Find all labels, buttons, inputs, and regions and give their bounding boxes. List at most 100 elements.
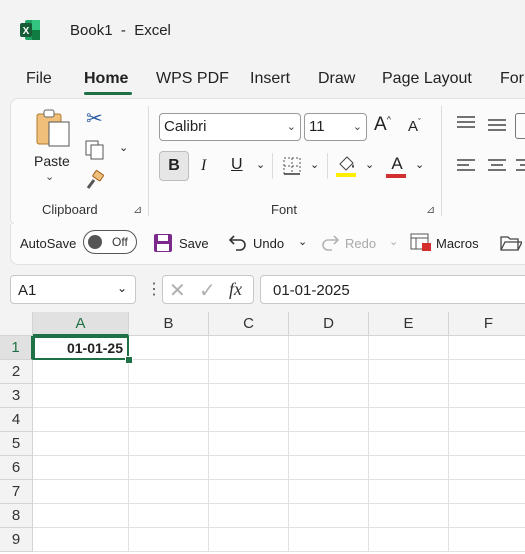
autosave-toggle[interactable]: Off bbox=[83, 230, 137, 254]
cell-f3[interactable] bbox=[449, 384, 525, 408]
column-header-f[interactable]: F bbox=[449, 312, 525, 336]
cell-c9[interactable] bbox=[209, 528, 289, 552]
macros-icon[interactable] bbox=[410, 232, 432, 257]
cell-d6[interactable] bbox=[289, 456, 369, 480]
cell-e1[interactable] bbox=[369, 336, 449, 360]
align-bottom-icon[interactable] bbox=[515, 113, 525, 139]
cell-a7[interactable] bbox=[33, 480, 129, 504]
cell-d9[interactable] bbox=[289, 528, 369, 552]
cell-c8[interactable] bbox=[209, 504, 289, 528]
align-left-icon[interactable] bbox=[456, 158, 476, 179]
cell-a4[interactable] bbox=[33, 408, 129, 432]
formula-input[interactable]: 01-01-2025 bbox=[260, 275, 525, 304]
tab-insert[interactable]: Insert bbox=[250, 70, 290, 88]
cell-f6[interactable] bbox=[449, 456, 525, 480]
cell-a1[interactable]: 01-01-25 bbox=[33, 336, 129, 360]
cell-e5[interactable] bbox=[369, 432, 449, 456]
cell-f5[interactable] bbox=[449, 432, 525, 456]
tab-page-layout[interactable]: Page Layout bbox=[382, 70, 472, 88]
cell-f8[interactable] bbox=[449, 504, 525, 528]
macros-button[interactable]: Macros bbox=[436, 236, 479, 251]
save-icon[interactable] bbox=[153, 233, 173, 258]
cell-e2[interactable] bbox=[369, 360, 449, 384]
row-header-4[interactable]: 4 bbox=[0, 408, 33, 432]
italic-button[interactable]: I bbox=[201, 157, 206, 175]
insert-function-icon[interactable]: fx bbox=[229, 279, 242, 300]
cell-b3[interactable] bbox=[129, 384, 209, 408]
tab-home[interactable]: Home bbox=[84, 70, 128, 88]
redo-button[interactable]: Redo bbox=[345, 236, 376, 251]
font-name-dropdown[interactable]: Calibri ⌄ bbox=[159, 113, 301, 141]
row-header-7[interactable]: 7 bbox=[0, 480, 33, 504]
redo-icon[interactable] bbox=[320, 232, 340, 257]
cell-e7[interactable] bbox=[369, 480, 449, 504]
cell-e6[interactable] bbox=[369, 456, 449, 480]
cell-a3[interactable] bbox=[33, 384, 129, 408]
redo-chevron-down-icon[interactable]: ⌄ bbox=[389, 235, 398, 248]
font-color-chevron-down-icon[interactable]: ⌄ bbox=[415, 158, 424, 171]
column-header-b[interactable]: B bbox=[129, 312, 209, 336]
cell-b6[interactable] bbox=[129, 456, 209, 480]
fill-color-chevron-down-icon[interactable]: ⌄ bbox=[365, 158, 374, 171]
cell-f9[interactable] bbox=[449, 528, 525, 552]
select-all-corner[interactable] bbox=[0, 312, 33, 336]
cell-f4[interactable] bbox=[449, 408, 525, 432]
cell-b5[interactable] bbox=[129, 432, 209, 456]
undo-button[interactable]: Undo bbox=[253, 236, 284, 251]
cell-a8[interactable] bbox=[33, 504, 129, 528]
cell-a6[interactable] bbox=[33, 456, 129, 480]
tab-wps-pdf[interactable]: WPS PDF bbox=[156, 70, 229, 88]
underline-button[interactable]: U bbox=[231, 156, 243, 174]
cell-e3[interactable] bbox=[369, 384, 449, 408]
increase-font-size-button[interactable]: A^ bbox=[374, 114, 391, 136]
cut-scissors-icon[interactable]: ✂ bbox=[86, 106, 103, 131]
cell-e9[interactable] bbox=[369, 528, 449, 552]
cell-b4[interactable] bbox=[129, 408, 209, 432]
tab-draw[interactable]: Draw bbox=[318, 70, 355, 88]
row-header-9[interactable]: 9 bbox=[0, 528, 33, 552]
format-painter-icon[interactable] bbox=[85, 170, 105, 195]
cell-d7[interactable] bbox=[289, 480, 369, 504]
cell-c2[interactable] bbox=[209, 360, 289, 384]
font-dialog-launcher-icon[interactable]: ⊿ bbox=[426, 203, 435, 216]
decrease-font-size-button[interactable]: Aˇ bbox=[408, 117, 421, 135]
paste-chevron-down-icon[interactable]: ⌄ bbox=[45, 170, 54, 183]
copy-chevron-down-icon[interactable]: ⌄ bbox=[119, 141, 128, 154]
cell-d1[interactable] bbox=[289, 336, 369, 360]
row-header-2[interactable]: 2 bbox=[0, 360, 33, 384]
cell-b1[interactable] bbox=[129, 336, 209, 360]
cell-f7[interactable] bbox=[449, 480, 525, 504]
cell-c7[interactable] bbox=[209, 480, 289, 504]
font-size-dropdown[interactable]: 11 ⌄ bbox=[304, 113, 367, 141]
cell-c6[interactable] bbox=[209, 456, 289, 480]
cell-d4[interactable] bbox=[289, 408, 369, 432]
cell-d3[interactable] bbox=[289, 384, 369, 408]
column-header-e[interactable]: E bbox=[369, 312, 449, 336]
cell-b7[interactable] bbox=[129, 480, 209, 504]
open-folder-icon[interactable] bbox=[500, 234, 524, 257]
align-top-icon[interactable] bbox=[456, 116, 476, 135]
cell-d5[interactable] bbox=[289, 432, 369, 456]
paste-label[interactable]: Paste bbox=[34, 153, 70, 169]
clipboard-dialog-launcher-icon[interactable]: ⊿ bbox=[133, 203, 142, 216]
cell-e4[interactable] bbox=[369, 408, 449, 432]
align-right-icon[interactable] bbox=[516, 158, 525, 179]
cell-b9[interactable] bbox=[129, 528, 209, 552]
cell-a5[interactable] bbox=[33, 432, 129, 456]
undo-chevron-down-icon[interactable]: ⌄ bbox=[298, 235, 307, 248]
underline-chevron-down-icon[interactable]: ⌄ bbox=[256, 158, 265, 171]
cell-b8[interactable] bbox=[129, 504, 209, 528]
column-header-a[interactable]: A bbox=[33, 312, 129, 336]
cell-a9[interactable] bbox=[33, 528, 129, 552]
save-button[interactable]: Save bbox=[179, 236, 209, 251]
fill-color-icon[interactable] bbox=[336, 154, 358, 183]
cell-b2[interactable] bbox=[129, 360, 209, 384]
align-center-icon[interactable] bbox=[487, 158, 507, 179]
row-header-1[interactable]: 1 bbox=[0, 336, 33, 360]
cell-f1[interactable] bbox=[449, 336, 525, 360]
undo-icon[interactable] bbox=[228, 232, 248, 257]
row-header-8[interactable]: 8 bbox=[0, 504, 33, 528]
more-options-icon[interactable]: ⋮ bbox=[146, 279, 162, 299]
cell-d2[interactable] bbox=[289, 360, 369, 384]
fill-handle[interactable] bbox=[125, 356, 133, 364]
